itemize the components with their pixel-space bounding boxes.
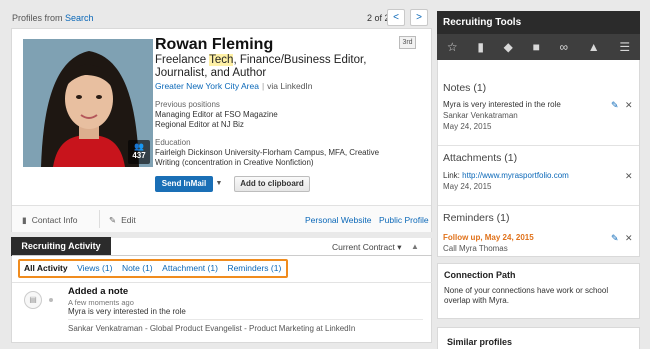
profile-name: Rowan Fleming (155, 36, 274, 53)
profile-location: Greater New York City Area | via LinkedIn (155, 81, 313, 91)
close-icon[interactable]: ✕ (625, 233, 633, 244)
education-label: Education (155, 138, 191, 147)
prev-profile-button[interactable]: < (387, 9, 405, 26)
connections-count: 437 (132, 151, 146, 160)
filter-reminders[interactable]: Reminders (1) (227, 261, 281, 276)
activity-title: Added a note (68, 286, 129, 297)
connections-badge[interactable]: 👥 437 (128, 140, 150, 164)
edit-button[interactable]: ✎ Edit (109, 215, 136, 226)
recruiting-tools-toolbar: ☆ ▮ ◆ ■ ∞ ▲ ☰ (437, 34, 640, 60)
notes-heading: Notes (1) (443, 82, 487, 94)
send-inmail-button[interactable]: Send InMail (155, 176, 213, 192)
menu-icon[interactable]: ☰ (619, 40, 630, 54)
pencil-icon[interactable]: ✎ (611, 100, 619, 111)
note-text: Myra is very interested in the role (443, 100, 561, 109)
note-author: Sankar Venkatraman (443, 111, 518, 120)
profile-action-bar: ▮ Contact Info ✎ Edit Personal Website Pub… (12, 205, 431, 232)
activity-time: A few moments ago (68, 298, 134, 307)
public-profile-link[interactable]: Public Profile (379, 215, 429, 225)
folder-icon[interactable]: ▮ (477, 40, 484, 54)
divider (12, 255, 432, 256)
bell-icon[interactable]: ▲ (588, 40, 600, 54)
divider (68, 319, 423, 320)
reminder-text: Call Myra Thomas (443, 244, 508, 253)
connection-path-card: Connection Path None of your connections… (437, 263, 640, 319)
timeline-dot (49, 298, 53, 302)
attachment-link-row: Link: http://www.myrasportfolio.com (443, 171, 569, 180)
note-icon: ▤ (24, 291, 42, 309)
paperclip-icon[interactable]: ∞ (560, 40, 569, 54)
profile-pager: Profiles from Search 2 of 201 < > (10, 6, 430, 28)
activity-filters: All Activity Views (1) Note (1) Attachme… (18, 259, 288, 278)
recruiting-tools-panel: Notes (1) Myra is very interested in the… (437, 60, 640, 257)
filter-all-activity[interactable]: All Activity (24, 261, 68, 276)
reminder-follow-up: Follow up, May 24, 2015 (443, 233, 534, 242)
collapse-icon[interactable]: ▲ (411, 242, 419, 251)
divider (438, 205, 639, 206)
next-profile-button[interactable]: > (410, 9, 428, 26)
people-icon: 👥 (134, 142, 144, 151)
profiles-from: Profiles from Search (12, 13, 94, 23)
recruiting-activity-panel: Recruiting Activity Current Contract ▾ ▲… (11, 237, 432, 343)
previous-positions-label: Previous positions (155, 100, 220, 109)
star-icon[interactable]: ☆ (447, 40, 458, 54)
add-to-clipboard-button[interactable]: Add to clipboard (234, 176, 310, 192)
filter-note[interactable]: Note (1) (122, 261, 153, 276)
degree-badge: 3rd (399, 36, 416, 49)
attachment-link[interactable]: http://www.myrasportfolio.com (462, 171, 569, 180)
recruiting-tools-title: Recruiting Tools (437, 11, 640, 34)
attachment-date: May 24, 2015 (443, 182, 492, 191)
profile-source: via LinkedIn (267, 81, 313, 91)
similar-profiles-title: Similar profiles (447, 337, 513, 347)
contact-card-icon: ▮ (22, 215, 27, 225)
profile-headline: Freelance Tech, Finance/Business Editor,… (155, 54, 367, 79)
education-text: Fairleigh Dickinson University-Florham C… (155, 148, 380, 167)
connection-path-title: Connection Path (444, 270, 516, 280)
contact-info-button[interactable]: ▮ Contact Info (22, 215, 78, 226)
close-icon[interactable]: ✕ (625, 100, 633, 111)
activity-author: Sankar Venkatraman - Global Product Evan… (68, 324, 356, 333)
attachments-heading: Attachments (1) (443, 152, 518, 164)
pencil-icon: ✎ (109, 215, 117, 225)
connection-path-text: None of your connections have work or sc… (444, 286, 609, 305)
chevron-down-icon[interactable]: ▼ (214, 176, 224, 192)
search-link[interactable]: Search (65, 13, 94, 23)
activity-body: Myra is very interested in the role (68, 307, 186, 316)
note-date: May 24, 2015 (443, 122, 492, 131)
divider (12, 282, 432, 283)
contract-dropdown[interactable]: Current Contract ▾ (332, 242, 401, 253)
reminders-heading: Reminders (1) (443, 212, 510, 224)
tag-icon[interactable]: ◆ (504, 40, 513, 54)
filter-attachment[interactable]: Attachment (1) (162, 261, 218, 276)
note-icon[interactable]: ■ (533, 40, 540, 54)
filter-views[interactable]: Views (1) (77, 261, 112, 276)
similar-profiles-card: Similar profiles (437, 327, 640, 349)
divider (438, 145, 639, 146)
profile-photo[interactable]: 👥 437 (23, 39, 153, 167)
search-highlight: Tech (209, 54, 234, 66)
divider (99, 210, 100, 228)
recruiting-activity-tab[interactable]: Recruiting Activity (11, 237, 111, 256)
location-link[interactable]: Greater New York City Area (155, 81, 259, 91)
pencil-icon[interactable]: ✎ (611, 233, 619, 244)
personal-website-link[interactable]: Personal Website (305, 215, 371, 225)
close-icon[interactable]: ✕ (625, 171, 633, 182)
previous-position: Regional Editor at NJ Biz (155, 120, 244, 129)
previous-position: Managing Editor at FSO Magazine (155, 110, 278, 119)
profile-card: 👥 437 3rd Rowan Fleming Freelance Tech, … (11, 28, 432, 232)
